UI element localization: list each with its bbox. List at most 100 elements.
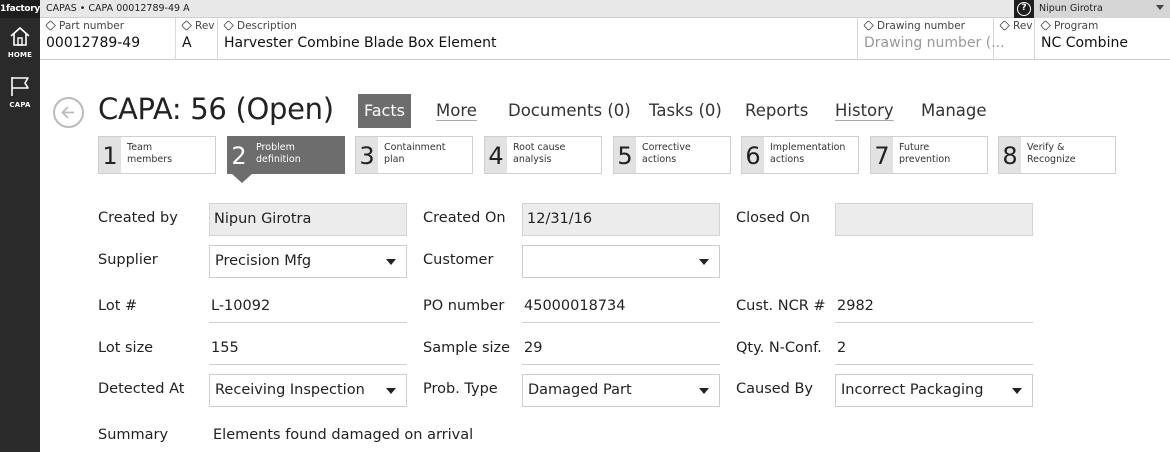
step-label: actions — [770, 154, 805, 165]
drawing-number-cell[interactable]: Drawing number Drawing number (... — [858, 18, 1005, 59]
page-title: CAPA: 56 (Open) — [98, 92, 334, 126]
drawing-number-input[interactable]: Drawing number (... — [864, 35, 1005, 51]
home-icon — [10, 26, 30, 46]
help-button[interactable]: ? — [1014, 0, 1034, 18]
lot-label: Lot # — [98, 298, 138, 314]
step-corrective-actions[interactable]: 5 Corrective actions — [613, 136, 731, 174]
step-implementation-actions[interactable]: 6 Implementation actions — [741, 136, 859, 174]
step-label: prevention — [899, 154, 951, 165]
step-future-prevention[interactable]: 7 Future prevention — [870, 136, 988, 174]
closed-on-label: Closed On — [736, 210, 810, 226]
step-number: 7 — [871, 137, 893, 173]
sidebar-item-home[interactable]: HOME — [0, 20, 40, 64]
tag-icon — [1040, 20, 1051, 31]
supplier-select[interactable]: Precision Mfg — [209, 245, 407, 278]
step-number: 6 — [742, 137, 764, 173]
prob-type-label: Prob. Type — [423, 381, 498, 397]
tab-more[interactable]: More — [436, 101, 477, 120]
created-on-label: Created On — [423, 210, 506, 226]
step-label: actions — [642, 154, 677, 165]
caret-down-icon — [386, 259, 396, 265]
part-number-value: 00012789-49 — [46, 35, 141, 51]
created-on-field: 12/31/16 — [522, 203, 720, 236]
tab-facts[interactable]: Facts — [358, 94, 411, 128]
step-problem-definition[interactable]: 2 Problem definition — [227, 136, 345, 174]
tab-tasks[interactable]: Tasks (0) — [649, 101, 722, 120]
sidebar-item-capa[interactable]: CAPA — [0, 70, 40, 114]
part-number-cell[interactable]: Part number 00012789-49 — [40, 18, 176, 59]
detected-at-value: Receiving Inspection — [215, 382, 365, 398]
lot-input[interactable]: L-10092 — [209, 290, 407, 323]
description-cell[interactable]: Description Harvester Combine Blade Box … — [218, 18, 858, 59]
brand-logo[interactable]: 1factory — [0, 0, 40, 18]
prob-type-select[interactable]: Damaged Part — [522, 374, 720, 407]
sample-size-label: Sample size — [423, 340, 511, 356]
step-label: plan — [384, 154, 405, 165]
user-name: Nipun Girotra — [1039, 3, 1103, 14]
tag-icon — [45, 20, 56, 31]
sidebar-item-label: CAPA — [9, 101, 31, 109]
step-containment-plan[interactable]: 3 Containment plan — [355, 136, 473, 174]
rev-cell[interactable]: Rev A — [176, 18, 218, 59]
step-number: 5 — [614, 137, 636, 173]
step-number: 2 — [228, 137, 250, 173]
caused-by-select[interactable]: Incorrect Packaging — [835, 374, 1033, 407]
step-root-cause-analysis[interactable]: 4 Root cause analysis — [484, 136, 602, 174]
po-number-label: PO number — [423, 298, 505, 314]
step-team-members[interactable]: 1 Team members — [98, 136, 216, 174]
step-number: 8 — [999, 137, 1021, 173]
tab-history[interactable]: History — [835, 101, 894, 120]
sidebar-item-label: HOME — [7, 51, 33, 59]
cust-ncr-input[interactable]: 2982 — [835, 290, 1033, 323]
step-verify-recognize[interactable]: 8 Verify & Recognize — [998, 136, 1116, 174]
caused-by-label: Caused By — [736, 381, 814, 397]
customer-select[interactable] — [522, 245, 720, 278]
supplier-label: Supplier — [98, 252, 158, 268]
step-label: Implementation — [770, 142, 846, 153]
cust-ncr-label: Cust. NCR # — [736, 298, 826, 314]
step-label: Containment — [384, 142, 446, 153]
top-bar: 1factory CAPAS • CAPA 00012789-49 A ? Ni… — [0, 0, 1170, 18]
tag-icon — [863, 20, 874, 31]
tab-manage[interactable]: Manage — [921, 101, 987, 120]
caret-down-icon — [699, 388, 709, 394]
rev-label: Rev — [195, 20, 215, 32]
back-button[interactable] — [53, 97, 84, 128]
step-label: members — [127, 154, 173, 165]
qty-nconf-input[interactable]: 2 — [835, 332, 1033, 365]
breadcrumb[interactable]: CAPAS • CAPA 00012789-49 A — [46, 0, 190, 18]
step-label: Verify & — [1027, 142, 1065, 153]
closed-on-field — [835, 203, 1033, 236]
po-number-input[interactable]: 45000018734 — [522, 290, 720, 323]
flag-icon — [11, 77, 29, 96]
drawing-rev-label: Rev — [1013, 20, 1033, 32]
tab-documents[interactable]: Documents (0) — [508, 101, 631, 120]
detected-at-select[interactable]: Receiving Inspection — [209, 374, 407, 407]
user-menu[interactable]: Nipun Girotra — [1034, 0, 1170, 18]
summary-value[interactable]: Elements found damaged on arrival — [213, 427, 473, 443]
drawing-number-label: Drawing number — [877, 20, 965, 32]
lot-size-label: Lot size — [98, 340, 154, 356]
step-label: Team — [127, 142, 153, 153]
created-by-field: Nipun Girotra — [209, 203, 407, 236]
program-cell[interactable]: Program NC Combine — [1035, 18, 1170, 59]
description-label: Description — [237, 20, 297, 32]
tab-reports[interactable]: Reports — [745, 101, 808, 120]
step-label: Root cause — [513, 142, 566, 153]
step-label: Future — [899, 142, 930, 153]
step-label: definition — [256, 154, 301, 165]
customer-label: Customer — [423, 252, 494, 268]
active-step-pointer — [231, 173, 253, 183]
description-value: Harvester Combine Blade Box Element — [224, 35, 497, 51]
sample-size-input[interactable]: 29 — [522, 332, 720, 365]
step-label: Problem — [256, 142, 295, 153]
step-number: 4 — [485, 137, 507, 173]
qty-nconf-label: Qty. N-Conf. — [736, 340, 822, 356]
summary-label: Summary — [98, 427, 169, 443]
prob-type-value: Damaged Part — [528, 382, 632, 398]
step-number: 3 — [356, 137, 378, 173]
rev-value: A — [182, 35, 192, 51]
lot-size-input[interactable]: 155 — [209, 332, 407, 365]
step-label: analysis — [513, 154, 552, 165]
drawing-rev-cell[interactable]: Rev — [994, 18, 1035, 59]
